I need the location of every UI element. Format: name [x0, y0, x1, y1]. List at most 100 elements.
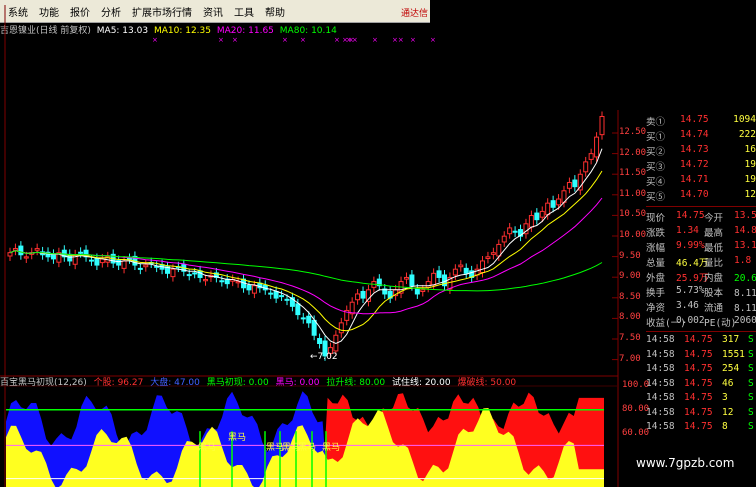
- indicator-header: 百宝黑马初现(12,26) 个股: 96.27 大盘: 47.00 黑马初现: …: [0, 375, 620, 388]
- stat-label: 净资: [646, 303, 666, 314]
- stat-value: 1.8: [734, 255, 752, 266]
- stat-label: 最低: [704, 243, 724, 254]
- tick-time: 14:58: [646, 421, 675, 432]
- tick-volume: 1551: [722, 348, 745, 360]
- orderbook-price: 14.74: [680, 129, 709, 140]
- price-axis-label: 10.00: [619, 230, 647, 240]
- stat-label: 总量: [646, 258, 666, 269]
- watermark: www.7gpzb.com: [636, 456, 735, 470]
- candle-body: [18, 245, 24, 256]
- candle-body: [197, 270, 203, 278]
- indicator-axis-label: 80.00: [622, 403, 650, 414]
- orderbook-label: 买⑤: [646, 192, 666, 203]
- stat-value: 14.75: [676, 210, 705, 221]
- tick-price: 14.75: [684, 392, 713, 403]
- candle-body: [566, 182, 572, 189]
- tick-time: 14:58: [646, 363, 675, 374]
- orderbook-price: 14.72: [680, 159, 709, 170]
- price-axis-label: 11.00: [619, 188, 647, 199]
- candle-body: [23, 256, 29, 259]
- candle-body: [12, 248, 18, 251]
- candle-body: [186, 274, 192, 277]
- candle-body: [246, 284, 252, 291]
- orderbook-row: 买④ 14.71 19: [646, 174, 756, 189]
- tick-direction: S: [748, 406, 754, 418]
- tick-time: 14:58: [646, 392, 675, 403]
- tick-row: 14:58 14.75 1551 S: [646, 349, 756, 363]
- indicator-axis-label: 100.0: [622, 380, 650, 390]
- horse-label: 黑马: [198, 443, 217, 453]
- candle-body: [409, 274, 415, 287]
- stat-label: 涨跌: [646, 228, 666, 239]
- candle-body: [338, 322, 344, 334]
- candle-body: [501, 235, 507, 243]
- candle-body: [436, 270, 442, 278]
- candle-body: [528, 215, 534, 228]
- orderbook-label: 买④: [646, 177, 666, 188]
- candle-body: [192, 272, 198, 275]
- candle-body: [279, 295, 285, 298]
- indicator-gegu: 个股: 96.27: [93, 378, 144, 388]
- candle-body: [317, 338, 323, 344]
- candle-body: [295, 303, 301, 316]
- stat-label: 换手: [646, 288, 666, 299]
- candle-body: [480, 260, 486, 274]
- candle-body: [7, 252, 13, 257]
- tick-price: 14.75: [684, 421, 713, 432]
- candle-body: [88, 259, 94, 262]
- candle-body: [203, 279, 209, 282]
- tick-row: 14:58 14.75 317 S: [646, 334, 756, 348]
- tick-price: 14.75: [684, 363, 713, 374]
- indicator-heima-chuxian: 黑马初现: 0.00: [206, 378, 269, 388]
- price-axis-label: 7.50: [619, 333, 641, 343]
- tick-time: 14:58: [646, 377, 675, 389]
- stats-row: 涨幅 9.99%最低 13.11: [646, 240, 756, 255]
- tick-volume: 3: [722, 392, 728, 403]
- price-axis-label: 9.50: [619, 250, 641, 261]
- candle-body: [588, 153, 594, 160]
- tick-volume: 317: [722, 334, 740, 345]
- tick-direction: S: [748, 334, 754, 345]
- stats-row: 换手 5.73%股本 8.11亿: [646, 285, 756, 300]
- horse-label: 黑马: [228, 433, 247, 443]
- stat-value: 2060.9: [734, 315, 756, 326]
- stat-label: PE(动): [704, 318, 737, 329]
- indicator-dapan: 大盘: 47.00: [150, 378, 200, 388]
- candle-body: [458, 264, 464, 268]
- candle-body: [137, 267, 143, 270]
- tick-direction: S: [748, 363, 754, 374]
- ma-line-10: [9, 170, 603, 332]
- stats-row: 收益(一)0.002PE(动)2060.9: [646, 315, 756, 330]
- orderbook-label: 买③: [646, 162, 666, 173]
- tick-row: 14:58 14.75 3 S: [646, 392, 756, 406]
- candle-body: [463, 267, 469, 274]
- price-axis-label: 8.50: [619, 291, 641, 302]
- candle-body: [507, 227, 513, 235]
- tick-volume: 12: [722, 406, 734, 418]
- candle-body: [512, 230, 518, 233]
- candle-body: [306, 315, 312, 324]
- stat-value: 13.50: [734, 210, 756, 221]
- candle-body: [300, 317, 306, 320]
- stat-value: 13.11: [734, 240, 756, 251]
- indicator-bao: 爆破线: 50.00: [457, 378, 517, 388]
- stat-value: 5.73%: [676, 285, 705, 296]
- candle-body: [268, 292, 274, 295]
- tick-direction: S: [748, 392, 754, 403]
- price-axis-label: 10.50: [619, 209, 647, 220]
- orderbook-price: 14.73: [680, 144, 709, 155]
- tick-time: 14:58: [646, 348, 675, 360]
- candle-body: [94, 257, 100, 266]
- orderbook-volume: 19: [744, 159, 756, 170]
- candle-body: [545, 202, 551, 216]
- candle-body: [534, 212, 540, 221]
- indicator-lasheng: 拉升线: 80.00: [326, 378, 386, 388]
- tick-volume: 46: [722, 377, 734, 389]
- tick-price: 14.75: [684, 348, 713, 360]
- tick-time: 14:58: [646, 334, 675, 345]
- orderbook-row: 买⑤ 14.70 12: [646, 189, 756, 204]
- stat-value: 8.11亿: [734, 303, 756, 314]
- ma-line-60: [9, 250, 603, 292]
- stat-label: 流通: [704, 303, 724, 314]
- kline-chart[interactable]: [0, 0, 756, 487]
